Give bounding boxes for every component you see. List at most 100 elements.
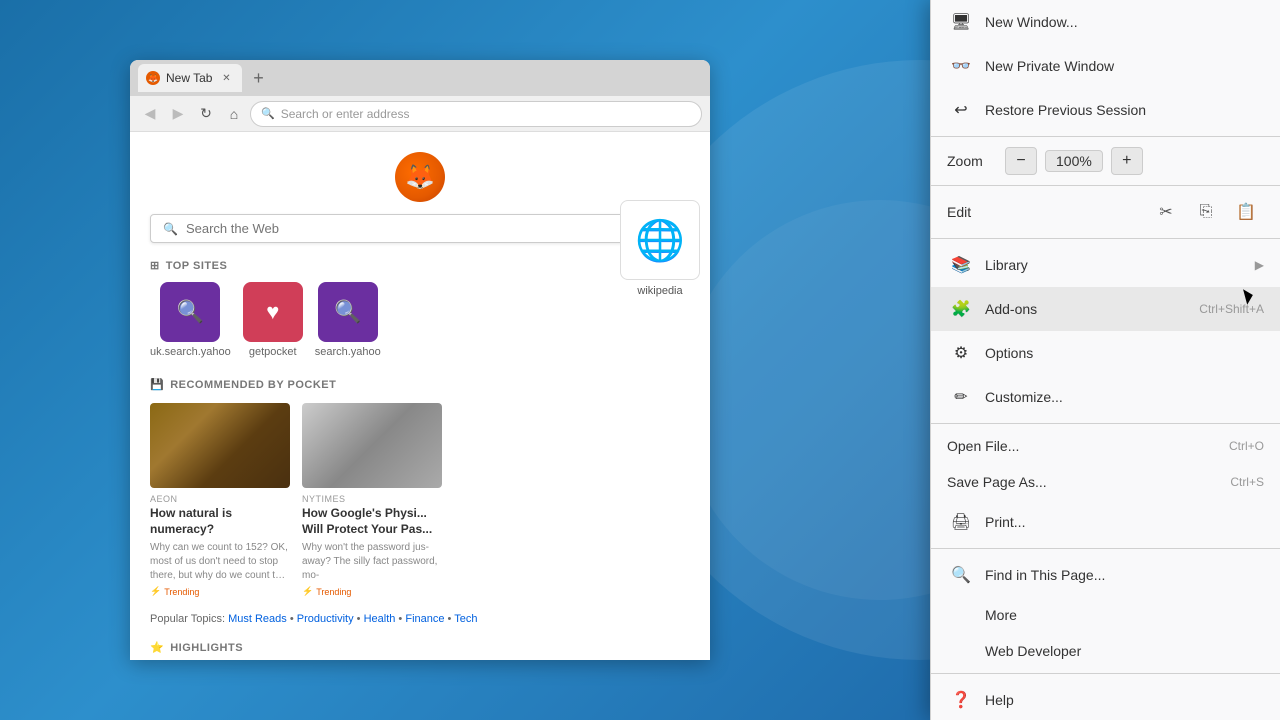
menu-item-library[interactable]: 📚 Library ▶ xyxy=(931,243,1280,287)
menu-item-print-label: Print... xyxy=(985,514,1264,530)
menu-item-save-page[interactable]: Save Page As... Ctrl+S xyxy=(931,464,1280,500)
site-tile-getpocket[interactable]: ♥ getpocket xyxy=(243,282,303,358)
menu-item-library-label: Library xyxy=(985,257,1247,273)
menu-item-new-private-window[interactable]: 👓 New Private Window xyxy=(931,44,1280,88)
topic-finance[interactable]: Finance xyxy=(405,613,444,625)
tab-title: New Tab xyxy=(166,71,212,85)
zoom-plus-button[interactable]: + xyxy=(1111,147,1143,175)
paste-button[interactable]: 📋 xyxy=(1228,196,1264,228)
trending-badge-1: ⚡ Trending xyxy=(150,586,290,597)
tab-favicon: 🦊 xyxy=(146,71,160,85)
library-arrow: ▶ xyxy=(1255,258,1264,272)
topic-productivity[interactable]: Productivity xyxy=(297,613,354,625)
pocket-icon: 💾 xyxy=(150,378,164,391)
reload-button[interactable]: ↻ xyxy=(194,102,218,126)
article-desc-2: Why won't the password jus- away? The si… xyxy=(302,541,442,583)
menu-item-add-ons[interactable]: 🧩 Add-ons Ctrl+Shift+A xyxy=(931,287,1280,331)
nav-bar: ◀ ▶ ↻ ⌂ 🔍 Search or enter address xyxy=(130,96,710,132)
popular-topics: Popular Topics: Must Reads • Productivit… xyxy=(150,613,690,625)
web-search-bar[interactable]: 🔍 xyxy=(150,214,690,243)
zoom-minus-button[interactable]: − xyxy=(1005,147,1037,175)
site-label-yahoo: search.yahoo xyxy=(315,346,381,358)
menu-item-new-private-window-label: New Private Window xyxy=(985,58,1264,74)
add-ons-shortcut: Ctrl+Shift+A xyxy=(1199,302,1264,316)
topic-must-reads[interactable]: Must Reads xyxy=(228,613,287,625)
wiki-tile[interactable]: 🌐 wikipedia xyxy=(620,200,700,298)
zoom-value: 100% xyxy=(1045,150,1103,172)
trending-icon-2: ⚡ xyxy=(302,586,313,597)
tab-close-button[interactable]: ✕ xyxy=(218,70,234,86)
save-page-shortcut: Ctrl+S xyxy=(1230,475,1264,489)
pocket-header: 💾 RECOMMENDED BY POCKET xyxy=(150,378,690,391)
tab-bar: 🦊 New Tab ✕ + xyxy=(130,60,710,96)
edit-label: Edit xyxy=(947,204,1144,220)
back-button[interactable]: ◀ xyxy=(138,102,162,126)
menu-item-add-ons-label: Add-ons xyxy=(985,301,1199,317)
trending-badge-2: ⚡ Trending xyxy=(302,586,442,597)
new-tab-button[interactable]: + xyxy=(246,66,270,90)
highlights-icon: ⭐ xyxy=(150,641,164,654)
help-icon: ❓ xyxy=(947,686,975,714)
menu-item-web-developer[interactable]: Web Developer xyxy=(931,633,1280,669)
browser-window: 🦊 New Tab ✕ + ◀ ▶ ↻ ⌂ 🔍 Search or enter … xyxy=(130,60,710,660)
menu-item-new-window[interactable]: 🖥 New Window... xyxy=(931,0,1280,44)
menu-item-open-file[interactable]: Open File... Ctrl+O xyxy=(931,428,1280,464)
separator-4 xyxy=(931,423,1280,424)
menu-item-options[interactable]: ⚙ Options xyxy=(931,331,1280,375)
copy-button[interactable]: ⎘ xyxy=(1188,196,1224,228)
menu-item-print[interactable]: 🖨 Print... xyxy=(931,500,1280,544)
print-icon: 🖨 xyxy=(947,508,975,536)
menu-item-restore-session[interactable]: ↩ Restore Previous Session xyxy=(931,88,1280,132)
search-input[interactable] xyxy=(186,221,677,236)
site-icon-yahoo: 🔍 xyxy=(318,282,378,342)
topic-tech[interactable]: Tech xyxy=(454,613,477,625)
address-search-icon: 🔍 xyxy=(261,107,275,120)
site-label-yahoo-uk: uk.search.yahoo xyxy=(150,346,231,358)
forward-button[interactable]: ▶ xyxy=(166,102,190,126)
customize-icon: ✏ xyxy=(947,383,975,411)
edit-row: Edit ✂ ⎘ 📋 xyxy=(931,190,1280,234)
topic-health[interactable]: Health xyxy=(364,613,396,625)
menu-item-save-page-label: Save Page As... xyxy=(947,474,1230,490)
separator-3 xyxy=(931,238,1280,239)
pocket-articles: AEON How natural is numeracy? Why can we… xyxy=(150,403,690,597)
separator-5 xyxy=(931,548,1280,549)
separator-2 xyxy=(931,185,1280,186)
private-window-icon: 👓 xyxy=(947,52,975,80)
article-thumb-2 xyxy=(302,403,442,488)
menu-item-find-page-label: Find in This Page... xyxy=(985,567,1264,583)
menu-item-restore-session-label: Restore Previous Session xyxy=(985,102,1264,118)
zoom-row: Zoom − 100% + xyxy=(931,141,1280,181)
address-bar[interactable]: 🔍 Search or enter address xyxy=(250,101,702,127)
top-sites-grid: 🔍 uk.search.yahoo ♥ getpocket 🔍 search.y… xyxy=(150,282,690,358)
cut-button[interactable]: ✂ xyxy=(1148,196,1184,228)
top-sites-header: ⊞ TOP SITES xyxy=(150,259,690,272)
menu-item-more-label: More xyxy=(947,607,1264,623)
firefox-logo: 🦊 xyxy=(395,152,445,202)
highlights-header: ⭐ HIGHLIGHTS xyxy=(150,641,690,654)
trending-icon-1: ⚡ xyxy=(150,586,161,597)
new-window-icon: 🖥 xyxy=(947,8,975,36)
grid-icon: ⊞ xyxy=(150,259,160,272)
site-label-getpocket: getpocket xyxy=(249,346,297,358)
separator-1 xyxy=(931,136,1280,137)
library-icon: 📚 xyxy=(947,251,975,279)
article-card-2[interactable]: NYTIMES How Google's Physi... Will Prote… xyxy=(302,403,442,597)
menu-item-help[interactable]: ❓ Help xyxy=(931,678,1280,720)
open-file-shortcut: Ctrl+O xyxy=(1229,439,1264,453)
active-tab[interactable]: 🦊 New Tab ✕ xyxy=(138,64,242,92)
article-thumb-1 xyxy=(150,403,290,488)
article-card-1[interactable]: AEON How natural is numeracy? Why can we… xyxy=(150,403,290,597)
popular-topics-label: Popular Topics: xyxy=(150,613,225,625)
site-tile-yahoo[interactable]: 🔍 search.yahoo xyxy=(315,282,381,358)
menu-item-web-developer-label: Web Developer xyxy=(947,643,1264,659)
menu-item-customize[interactable]: ✏ Customize... xyxy=(931,375,1280,419)
menu-item-help-label: Help xyxy=(985,692,1264,708)
article-source-1: AEON xyxy=(150,494,290,504)
restore-session-icon: ↩ xyxy=(947,96,975,124)
home-button[interactable]: ⌂ xyxy=(222,102,246,126)
site-tile-yahoo-uk[interactable]: 🔍 uk.search.yahoo xyxy=(150,282,231,358)
menu-item-find-page[interactable]: 🔍 Find in This Page... xyxy=(931,553,1280,597)
search-icon: 🔍 xyxy=(163,222,178,236)
menu-item-more[interactable]: More xyxy=(931,597,1280,633)
